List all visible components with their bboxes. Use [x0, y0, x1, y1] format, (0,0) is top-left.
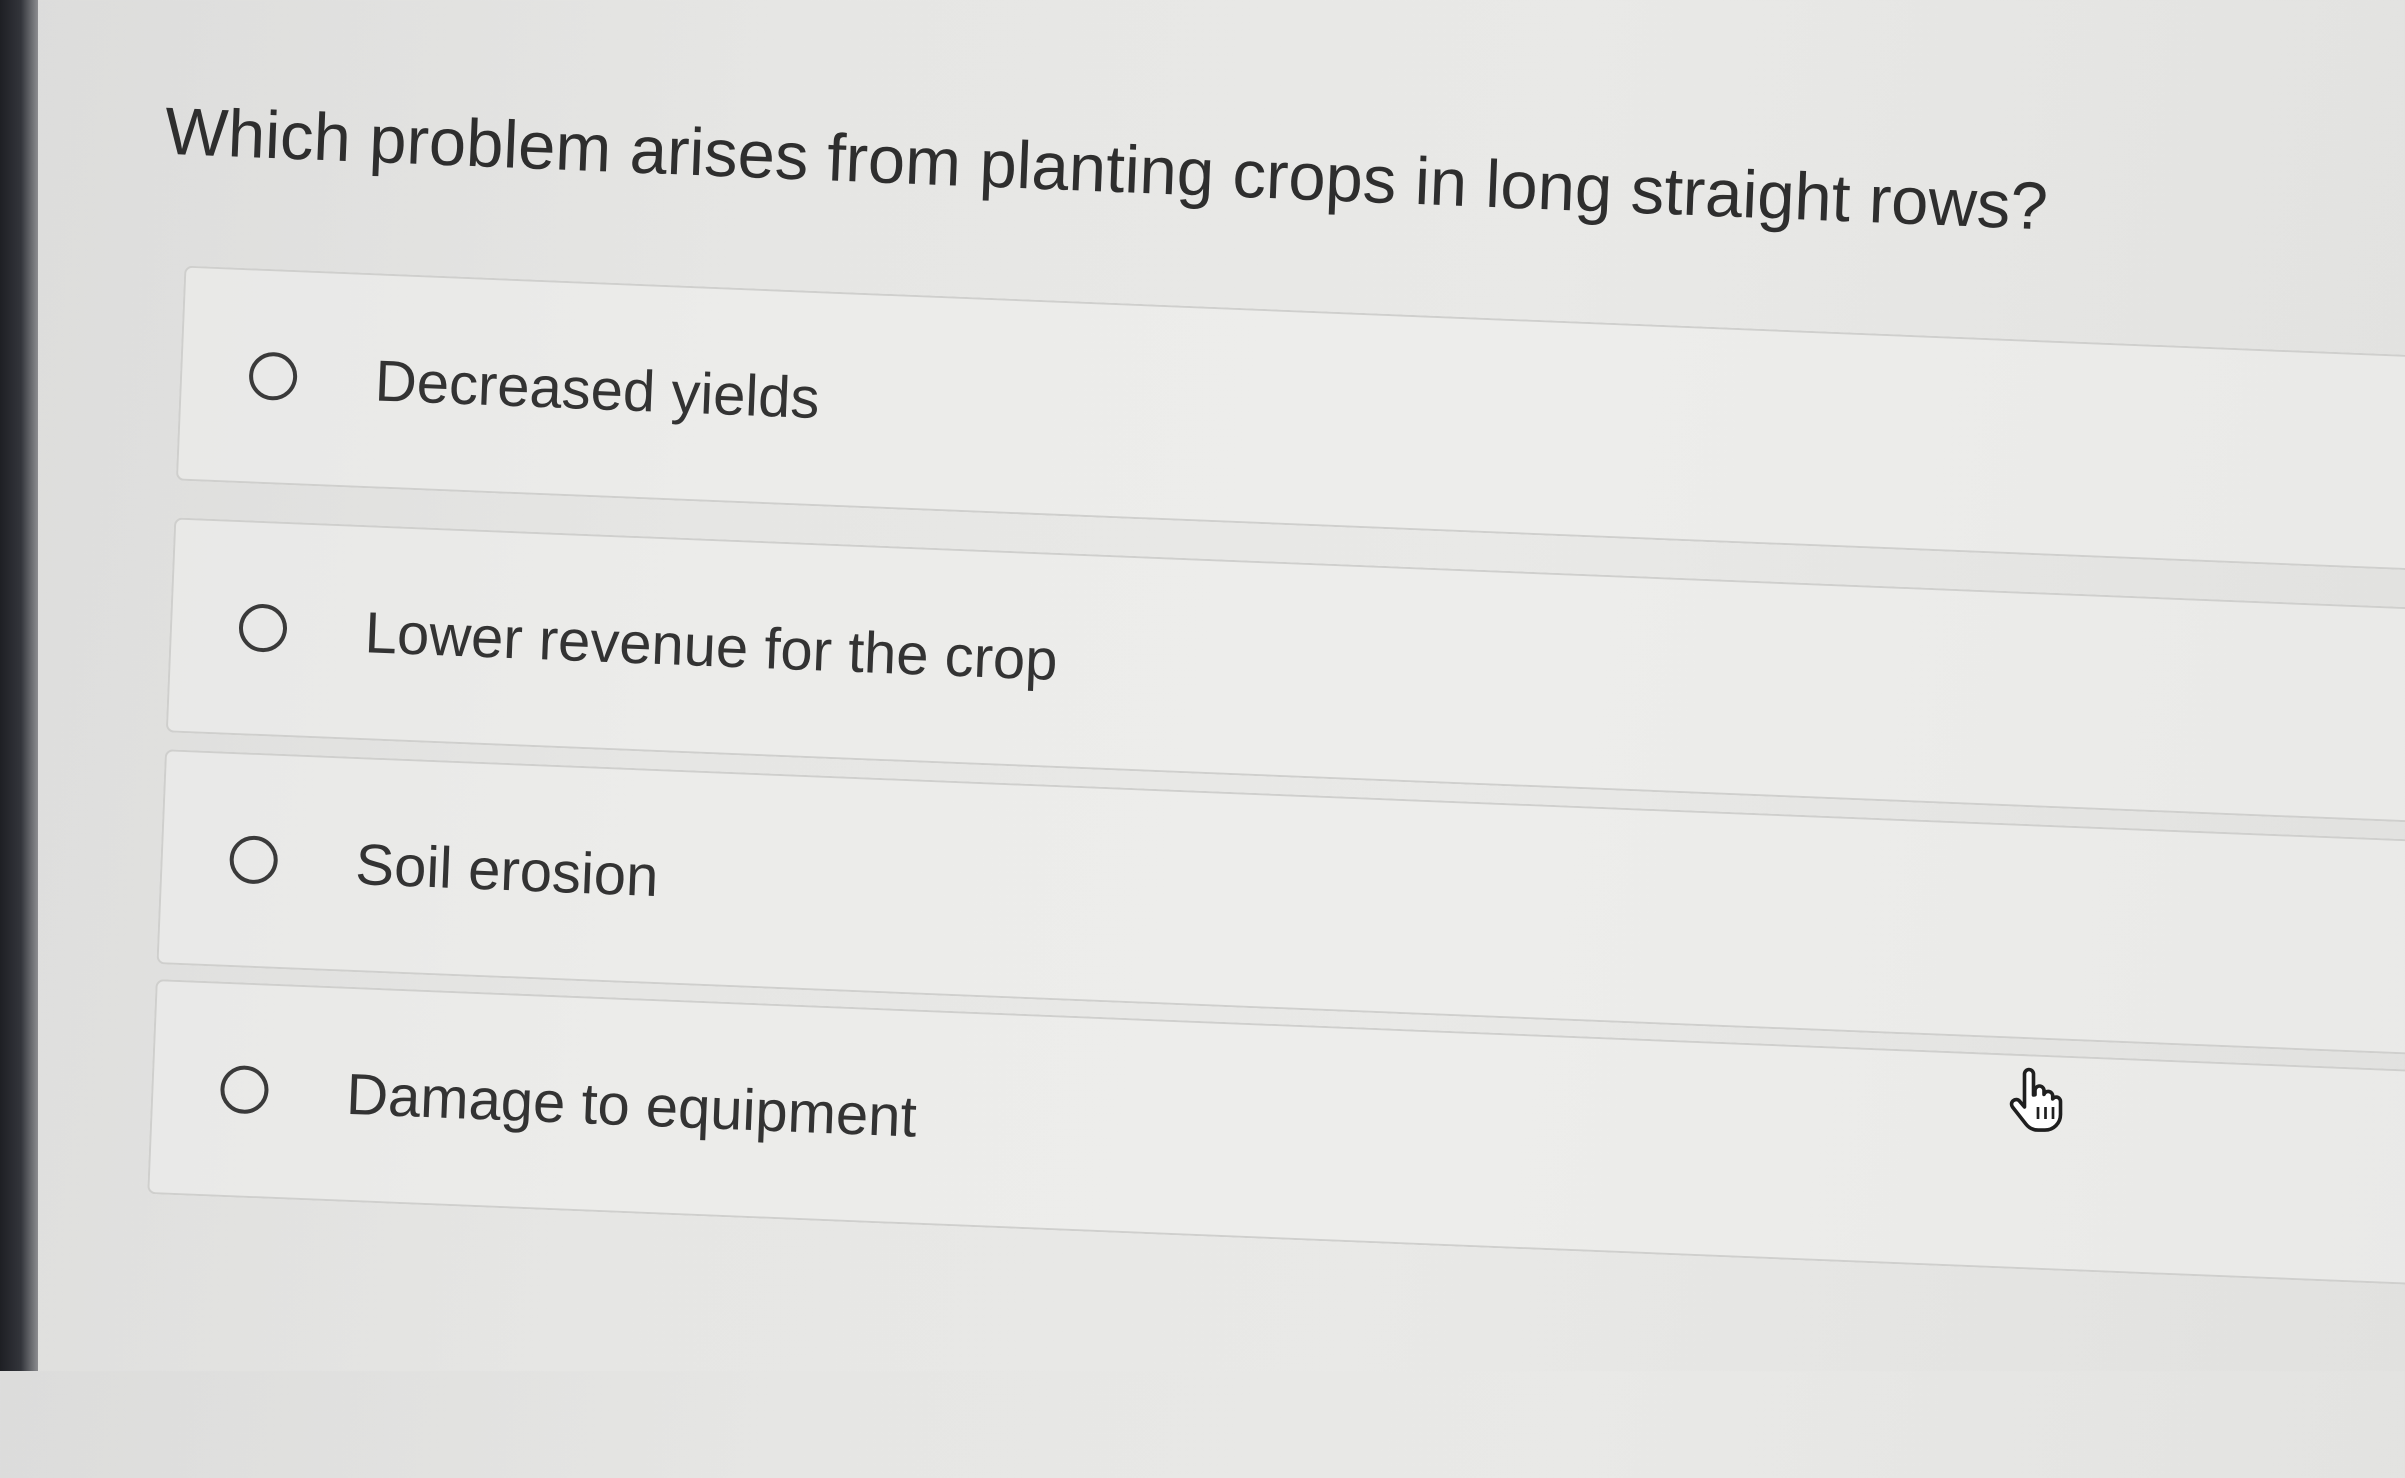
radio-button-icon[interactable]: [248, 351, 299, 402]
answer-option-label: Soil erosion: [354, 831, 660, 910]
question-text: Which problem arises from planting crops…: [163, 93, 2050, 245]
radio-button-icon[interactable]: [228, 834, 279, 885]
answer-option-label: Lower revenue for the crop: [363, 600, 1059, 693]
hand-pointer-icon: [2009, 1067, 2063, 1132]
radio-button-icon[interactable]: [219, 1064, 270, 1115]
answer-option-label: Damage to equipment: [345, 1061, 918, 1150]
quiz-screen: Which problem arises from planting crops…: [0, 0, 2405, 1466]
answer-option-label: Decreased yields: [373, 348, 821, 432]
radio-button-icon[interactable]: [238, 603, 288, 654]
